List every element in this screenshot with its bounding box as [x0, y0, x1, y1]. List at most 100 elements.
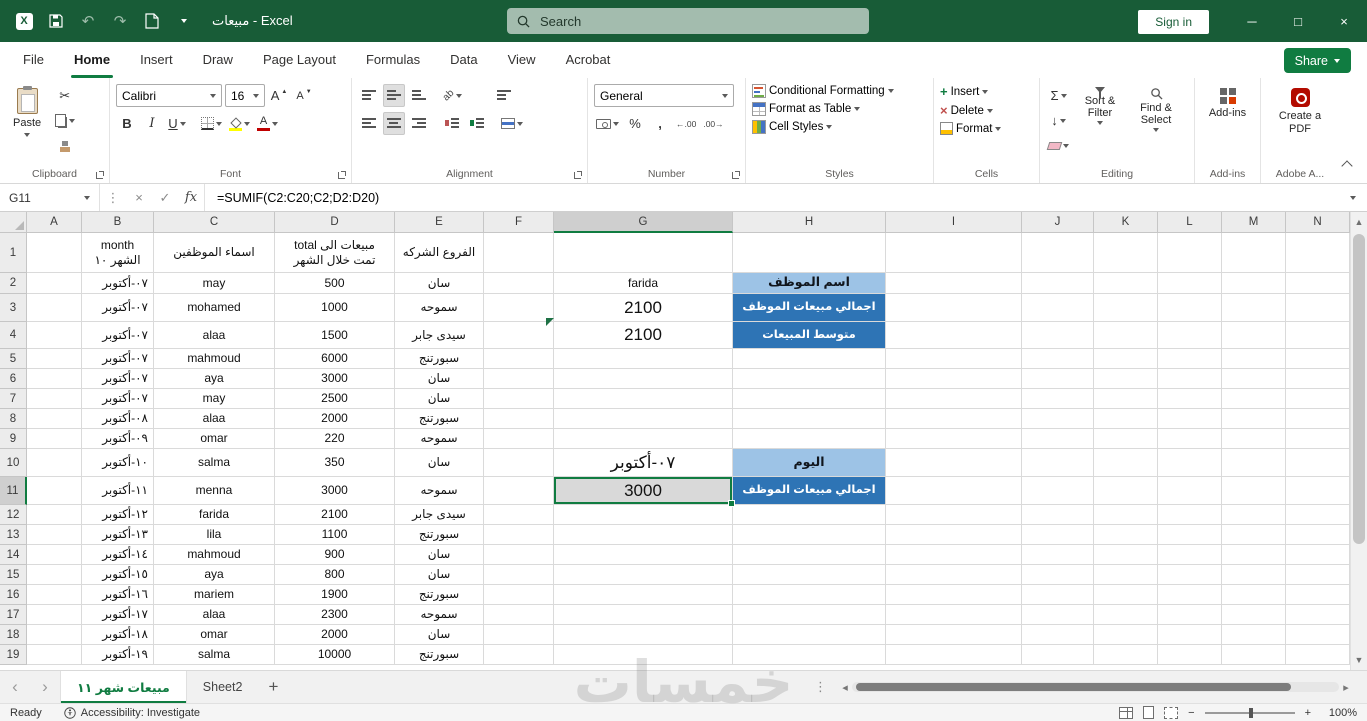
cell-N7[interactable] — [1286, 389, 1350, 409]
cell-C17[interactable]: alaa — [154, 605, 275, 625]
cell-F13[interactable] — [484, 525, 554, 545]
cell-I6[interactable] — [886, 369, 1022, 389]
cell-N17[interactable] — [1286, 605, 1350, 625]
font-size-select[interactable]: 16 — [225, 84, 265, 107]
cell-D4[interactable]: 1500 — [275, 322, 395, 349]
autosum-button[interactable]: Σ — [1046, 84, 1071, 107]
cell-H3[interactable]: اجمالي مبيعات الموظف — [733, 294, 886, 322]
menu-tab-draw[interactable]: Draw — [188, 42, 248, 78]
cell-N11[interactable] — [1286, 477, 1350, 505]
name-box[interactable]: G11 — [0, 184, 100, 211]
hscroll-right-arrow[interactable]: ▸ — [1339, 681, 1353, 694]
cell-J5[interactable] — [1022, 349, 1094, 369]
cell-I1[interactable] — [886, 233, 1022, 273]
align-center-button[interactable] — [383, 112, 405, 135]
cell-C18[interactable]: omar — [154, 625, 275, 645]
cell-M19[interactable] — [1222, 645, 1286, 665]
document-preview-button[interactable] — [136, 5, 168, 37]
sheet-tab-sheet2[interactable]: Sheet2 — [187, 671, 259, 703]
cell-C16[interactable]: mariem — [154, 585, 275, 605]
cell-G3[interactable]: 2100 — [554, 294, 733, 322]
cell-J7[interactable] — [1022, 389, 1094, 409]
cell-K7[interactable] — [1094, 389, 1158, 409]
decrease-font-button[interactable]: A ▼ — [293, 84, 315, 107]
cell-F15[interactable] — [484, 565, 554, 585]
scroll-down-arrow[interactable]: ▼ — [1351, 652, 1367, 668]
cell-E16[interactable]: سبورتنج — [395, 585, 484, 605]
sheet-tab-active[interactable]: مبيعات شهر ١١ — [60, 671, 187, 703]
cell-H15[interactable] — [733, 565, 886, 585]
cell-L16[interactable] — [1158, 585, 1222, 605]
cell-M16[interactable] — [1222, 585, 1286, 605]
cell-A12[interactable] — [27, 505, 82, 525]
cell-L13[interactable] — [1158, 525, 1222, 545]
menu-tab-data[interactable]: Data — [435, 42, 492, 78]
cell-N4[interactable] — [1286, 322, 1350, 349]
cell-M10[interactable] — [1222, 449, 1286, 477]
find-select-button[interactable]: Find & Select — [1129, 84, 1183, 157]
column-header-I[interactable]: I — [886, 212, 1022, 233]
cell-A7[interactable] — [27, 389, 82, 409]
cell-N8[interactable] — [1286, 409, 1350, 429]
cell-J18[interactable] — [1022, 625, 1094, 645]
row-header-16[interactable]: 16 — [0, 585, 27, 605]
cell-B18[interactable]: ١٨-أكتوبر — [82, 625, 154, 645]
cell-J13[interactable] — [1022, 525, 1094, 545]
redo-button[interactable]: ↷ — [104, 5, 136, 37]
row-header-3[interactable]: 3 — [0, 294, 27, 322]
cell-B1[interactable]: month الشهر ١٠ — [82, 233, 154, 273]
cell-N3[interactable] — [1286, 294, 1350, 322]
insert-function-button[interactable]: fx — [178, 184, 204, 211]
cell-G12[interactable] — [554, 505, 733, 525]
cell-L2[interactable] — [1158, 273, 1222, 294]
cell-B3[interactable]: ٠٧-أكتوبر — [82, 294, 154, 322]
decrease-decimal-button[interactable]: .00→ — [701, 112, 725, 135]
paste-button[interactable]: Paste — [6, 84, 48, 157]
cell-J9[interactable] — [1022, 429, 1094, 449]
cell-H11[interactable]: اجمالي مبيعات الموظف — [733, 477, 886, 505]
cell-H4[interactable]: متوسط المبيعات — [733, 322, 886, 349]
cell-C3[interactable]: mohamed — [154, 294, 275, 322]
align-middle-button[interactable] — [383, 84, 405, 107]
column-header-B[interactable]: B — [82, 212, 154, 233]
cell-I4[interactable] — [886, 322, 1022, 349]
cell-K17[interactable] — [1094, 605, 1158, 625]
menu-tab-file[interactable]: File — [8, 42, 59, 78]
cell-C9[interactable]: omar — [154, 429, 275, 449]
row-header-13[interactable]: 13 — [0, 525, 27, 545]
cell-M11[interactable] — [1222, 477, 1286, 505]
cell-N13[interactable] — [1286, 525, 1350, 545]
cell-J14[interactable] — [1022, 545, 1094, 565]
column-header-H[interactable]: H — [733, 212, 886, 233]
cell-F10[interactable] — [484, 449, 554, 477]
cell-G19[interactable] — [554, 645, 733, 665]
sort-filter-button[interactable]: Sort & Filter — [1073, 84, 1127, 157]
cell-E7[interactable]: سان — [395, 389, 484, 409]
column-header-L[interactable]: L — [1158, 212, 1222, 233]
cell-L6[interactable] — [1158, 369, 1222, 389]
zoom-slider[interactable] — [1204, 707, 1295, 718]
cell-G5[interactable] — [554, 349, 733, 369]
cell-M9[interactable] — [1222, 429, 1286, 449]
cell-J1[interactable] — [1022, 233, 1094, 273]
cell-E13[interactable]: سبورتنج — [395, 525, 484, 545]
cell-D1[interactable]: مبيعات الى total تمت خلال الشهر — [275, 233, 395, 273]
cell-I9[interactable] — [886, 429, 1022, 449]
cell-I18[interactable] — [886, 625, 1022, 645]
cell-E8[interactable]: سبورتنج — [395, 409, 484, 429]
column-header-G[interactable]: G — [554, 212, 733, 233]
row-header-11[interactable]: 11 — [0, 477, 27, 505]
wrap-text-button[interactable] — [493, 84, 515, 107]
cell-A11[interactable] — [27, 477, 82, 505]
cell-C7[interactable]: may — [154, 389, 275, 409]
zoom-out-button[interactable]: − — [1188, 707, 1194, 719]
cell-D9[interactable]: 220 — [275, 429, 395, 449]
sheet-nav-right[interactable]: › — [30, 671, 60, 703]
customize-qat-button[interactable] — [168, 5, 200, 37]
column-header-M[interactable]: M — [1222, 212, 1286, 233]
increase-font-button[interactable]: A ▲ — [268, 84, 290, 107]
cell-F11[interactable] — [484, 477, 554, 505]
column-header-N[interactable]: N — [1286, 212, 1350, 233]
page-layout-view-button[interactable] — [1143, 706, 1155, 719]
save-button[interactable] — [40, 5, 72, 37]
